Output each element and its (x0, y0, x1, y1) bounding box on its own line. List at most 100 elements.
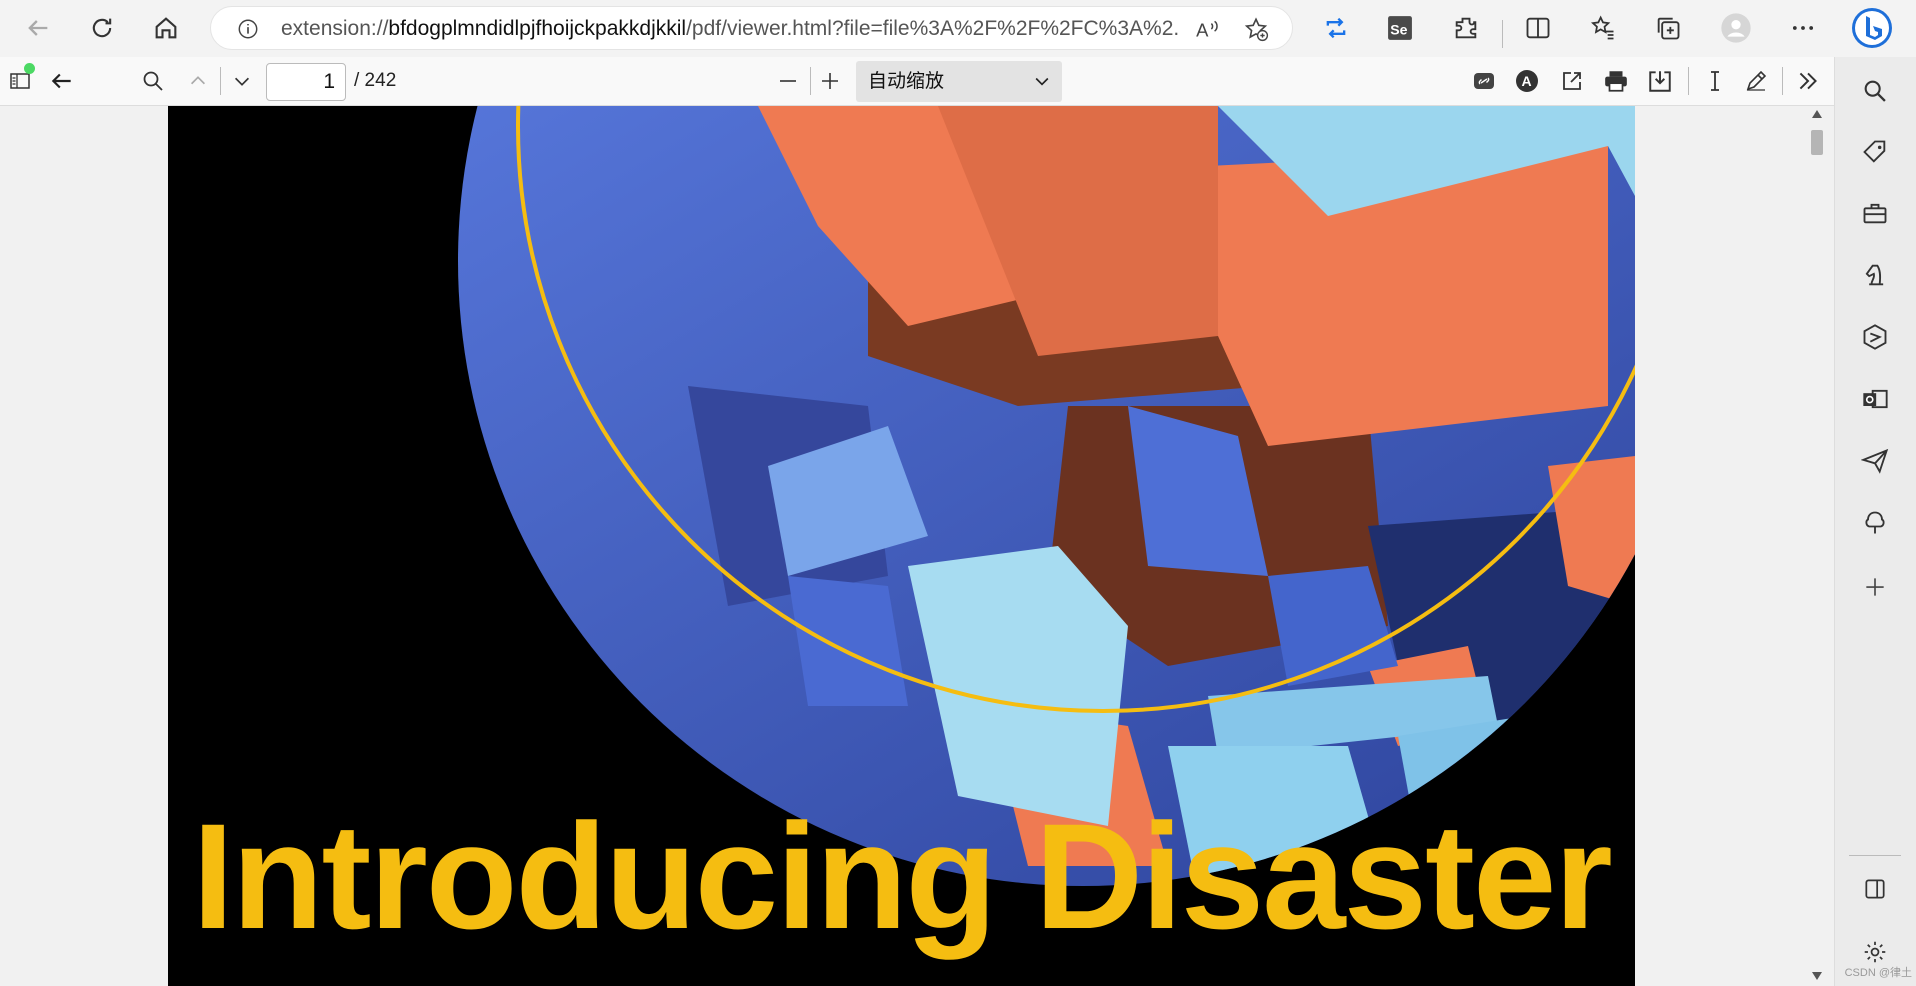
tag-icon (1863, 140, 1886, 163)
svg-text:A: A (1522, 73, 1532, 89)
collections-icon (1657, 17, 1680, 40)
svg-text:A: A (1196, 20, 1209, 41)
search-icon (143, 71, 163, 91)
text-select-button[interactable] (1699, 65, 1731, 97)
draw-button[interactable] (1740, 65, 1772, 97)
paper-plane-icon (1861, 448, 1889, 474)
back-arrow-icon (28, 20, 48, 36)
printer-icon (1605, 71, 1627, 92)
sidebar-tree-button[interactable] (1857, 505, 1893, 541)
zoom-select-value: 自动缩放 (868, 71, 945, 92)
sidebar-games-button[interactable] (1857, 257, 1893, 293)
toolbar-divider (1782, 67, 1783, 95)
sidebar-shopping-button[interactable] (1857, 134, 1893, 170)
back-button[interactable] (20, 10, 56, 46)
open-external-button[interactable] (1556, 65, 1588, 97)
sidebar-send-button[interactable] (1857, 443, 1893, 479)
pdf-viewer[interactable]: Introducing Disaster (0, 106, 1834, 986)
address-bar[interactable]: extension://bfdogplmndidlpjfhoijckpakkdj… (210, 6, 1293, 50)
chevron-down-icon (1035, 77, 1049, 86)
chevron-up-icon (190, 76, 206, 85)
star-add-icon[interactable] (1243, 16, 1269, 42)
bing-icon (1852, 8, 1892, 48)
font-button[interactable]: A (1511, 65, 1543, 97)
refresh-button[interactable] (84, 10, 120, 46)
office-icon (1863, 324, 1887, 350)
search-icon (1864, 80, 1886, 102)
plus-icon (822, 73, 838, 89)
notification-dot (24, 63, 35, 74)
bing-copilot-button[interactable] (1850, 6, 1894, 50)
edge-sidebar: CSDN @律土 (1834, 57, 1916, 986)
zoom-select[interactable]: 自动缩放 (856, 61, 1062, 102)
sidebar-tools-button[interactable] (1857, 195, 1893, 231)
sidebar-add-button[interactable] (1857, 569, 1893, 605)
selenium-extension-button[interactable]: Se (1382, 10, 1418, 46)
double-chevron-right-icon (1799, 72, 1817, 90)
url-host: bfdogplmndidlpjfhoijckpakkdjkkil (388, 17, 687, 40)
previous-page-button[interactable] (182, 65, 214, 97)
tree-icon (1865, 511, 1885, 534)
pencil-icon (1746, 70, 1767, 91)
external-link-icon (1563, 72, 1581, 90)
minus-icon (780, 80, 796, 82)
more-tools-button[interactable] (1792, 65, 1824, 97)
info-icon[interactable] (237, 18, 259, 40)
toolbar-divider (1688, 67, 1689, 95)
more-menu-button[interactable] (1785, 10, 1821, 46)
gear-icon (1864, 941, 1886, 963)
extensions-button[interactable] (1448, 10, 1484, 46)
repeat-icon (1326, 17, 1346, 39)
collections-button[interactable] (1650, 10, 1686, 46)
zoom-out-button[interactable] (772, 65, 804, 97)
find-button[interactable] (137, 65, 169, 97)
split-screen-button[interactable] (1520, 10, 1556, 46)
profile-button[interactable] (1718, 10, 1754, 46)
sidebar-toggle-button[interactable] (4, 63, 36, 97)
chevron-down-icon (234, 77, 250, 86)
split-screen-icon (1526, 17, 1550, 39)
pdf-page: Introducing Disaster (168, 106, 1635, 986)
page-total: / 242 (354, 70, 397, 91)
download-icon (1649, 71, 1671, 92)
sidebar-divider (1849, 855, 1901, 856)
link-icon (1474, 73, 1494, 89)
home-button[interactable] (148, 10, 184, 46)
sidebar-search-button[interactable] (1857, 73, 1893, 109)
toolbar-divider (1502, 20, 1503, 48)
pdf-toolbar: 1 / 242 自动缩放 A (0, 57, 1834, 106)
zoom-in-button[interactable] (814, 65, 846, 97)
scroll-down-arrow-icon[interactable] (1812, 972, 1822, 980)
page-number-input[interactable]: 1 (266, 63, 346, 101)
link-button[interactable] (1468, 65, 1500, 97)
home-icon (155, 17, 177, 39)
sidebar-outlook-button[interactable] (1857, 381, 1893, 417)
screenshot-extension-button[interactable] (1318, 10, 1354, 46)
text-cursor-icon (1711, 71, 1719, 91)
save-button[interactable] (1644, 65, 1676, 97)
toolbar-divider (220, 67, 221, 95)
more-dots-icon (1792, 26, 1814, 30)
url-text[interactable]: extension://bfdogplmndidlpjfhoijckpakkdj… (281, 7, 1181, 51)
watermark: CSDN @律土 (1844, 967, 1912, 979)
font-a-icon: A (1516, 70, 1538, 92)
sidebar-office-button[interactable] (1857, 319, 1893, 355)
scrollbar-thumb[interactable] (1811, 130, 1823, 155)
plus-icon (1866, 578, 1884, 596)
favorites-button[interactable] (1585, 10, 1621, 46)
panel-right-icon (1865, 879, 1885, 899)
scroll-up-arrow-icon[interactable] (1812, 110, 1822, 118)
puzzle-icon (1455, 17, 1477, 39)
sidebar-hide-button[interactable] (1857, 871, 1893, 907)
vertical-scrollbar[interactable] (1808, 106, 1826, 986)
cover-title: Introducing Disaster (192, 792, 1613, 960)
print-button[interactable] (1600, 65, 1632, 97)
read-aloud-icon[interactable]: A (1194, 16, 1220, 42)
next-page-button[interactable] (226, 65, 258, 97)
toolbar-divider (810, 67, 811, 95)
url-prefix: extension:// (281, 17, 389, 40)
svg-text:Se: Se (1390, 22, 1407, 38)
refresh-icon (92, 18, 112, 38)
pdf-back-button[interactable] (46, 65, 78, 97)
selenium-icon: Se (1388, 16, 1412, 40)
